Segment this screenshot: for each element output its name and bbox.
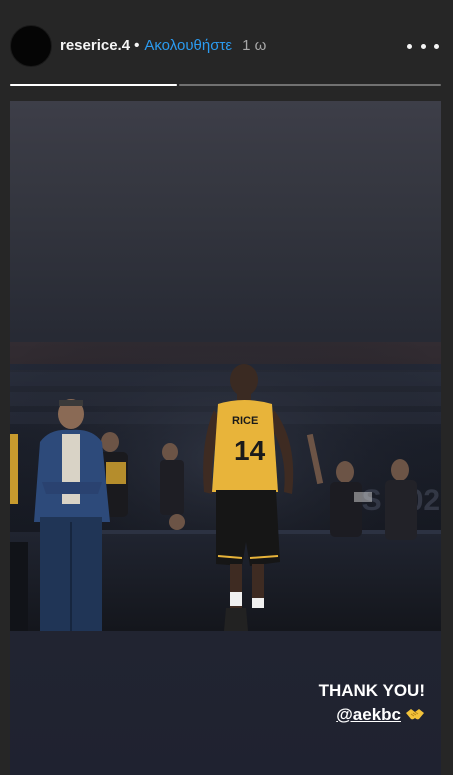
username[interactable]: reserice.4 <box>60 37 130 54</box>
progress-segment-1 <box>10 84 177 86</box>
separator-dot: • <box>134 37 140 54</box>
more-dot <box>434 43 439 49</box>
story-photo: HS 202 <box>10 342 441 631</box>
story-header: reserice.4 • Ακολουθήστε 1 ω <box>0 0 453 82</box>
more-dot <box>407 43 412 49</box>
follow-button[interactable]: Ακολουθήστε <box>144 37 232 54</box>
story-caption: THANK YOU! @aekbc <box>319 679 425 728</box>
timestamp: 1 ω <box>242 37 267 54</box>
progress-segment-1-fill <box>10 84 177 86</box>
caption-mention-line: @aekbc <box>319 703 425 728</box>
progress-segment-2 <box>179 84 441 86</box>
story-progress <box>10 84 441 86</box>
header-text: reserice.4 • Ακολουθήστε 1 ω <box>60 36 266 56</box>
handshake-icon <box>405 704 425 728</box>
basketball-photo: HS 202 <box>10 342 441 631</box>
mention-link[interactable]: @aekbc <box>336 705 401 724</box>
jersey-number: 14 <box>234 435 266 466</box>
caption-thanks: THANK YOU! <box>318 681 425 700</box>
story-viewer: reserice.4 • Ακολουθήστε 1 ω RICE 14 THA… <box>0 0 453 775</box>
avatar[interactable] <box>10 25 52 67</box>
story-content[interactable]: HS 202 <box>10 101 441 775</box>
jersey-name: RICE <box>232 415 258 427</box>
more-options-icon[interactable] <box>407 36 439 56</box>
more-dot <box>420 43 426 49</box>
